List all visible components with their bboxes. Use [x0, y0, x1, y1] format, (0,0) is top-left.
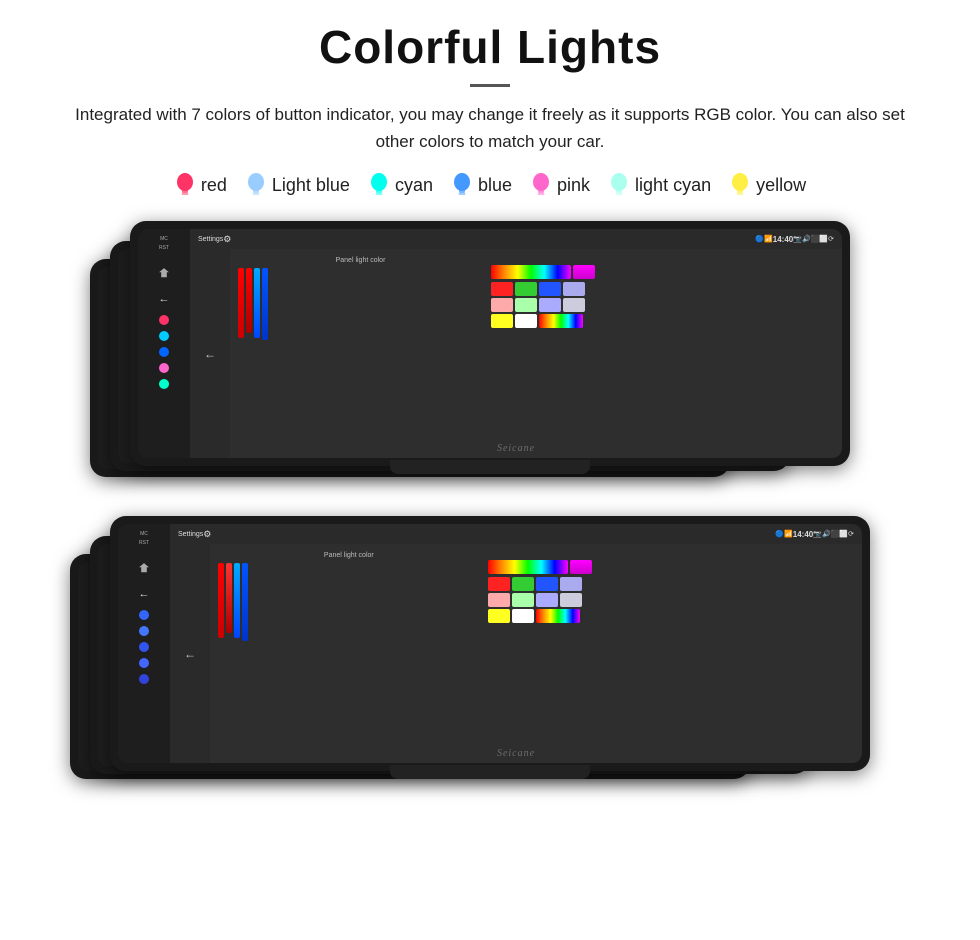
bottom-status-bar: Settings ⚙ 🔵 📶 14:40 📷 🔊 ⬛ ⬜ ⟳	[170, 524, 862, 544]
color-bars	[238, 268, 483, 328]
watermark-bottom: Seicane	[497, 748, 535, 759]
color-item-pink: pink	[530, 171, 590, 199]
color-item-yellow: yellow	[729, 171, 806, 199]
color-list: red Light blue cyan blue	[40, 171, 940, 199]
description-text: Integrated with 7 colors of button indic…	[60, 101, 920, 155]
bulb-icon	[451, 171, 473, 199]
bulb-icon	[245, 171, 267, 199]
watermark-top: Seicane	[497, 443, 535, 454]
bottom-screen: MCRST ← Settings ⚙	[118, 524, 862, 763]
bottom-device-stack: MCRST ← MCRST	[60, 516, 920, 811]
page-title: Colorful Lights	[40, 20, 940, 74]
bulb-icon	[608, 171, 630, 199]
top-content-area: ← Panel light color	[190, 249, 842, 458]
title-divider	[470, 84, 510, 87]
settings-label: Settings	[198, 236, 223, 243]
time-display: 14:40	[773, 235, 793, 244]
bulb-icon	[368, 171, 390, 199]
color-label: pink	[557, 175, 590, 196]
color-item-blue: blue	[451, 171, 512, 199]
bottom-device-base	[390, 765, 590, 779]
bottom-sidebar: MCRST ←	[118, 524, 170, 763]
color-label: Light blue	[272, 175, 350, 196]
bottom-panel-label: Panel light color	[218, 552, 480, 559]
top-panel-section: Panel light color	[230, 249, 842, 458]
color-label: blue	[478, 175, 512, 196]
bottom-content-area: ← Panel light color	[170, 544, 862, 763]
top-device-base	[390, 460, 590, 474]
bulb-icon	[530, 171, 552, 199]
top-status-bar: Settings ⚙ 🔵 📶 14:40 📷 🔊 ⬛ ⬜ ⟳	[190, 229, 842, 249]
top-display-row: MCRST ← MCRST	[40, 221, 940, 506]
color-item-Light-blue: Light blue	[245, 171, 350, 199]
top-screen: MCRST ← Settings ⚙	[138, 229, 842, 458]
top-main-content: Settings ⚙ 🔵 📶 14:40 📷 🔊 ⬛ ⬜ ⟳	[190, 229, 842, 458]
bottom-main-content: Settings ⚙ 🔵 📶 14:40 📷 🔊 ⬛ ⬜ ⟳	[170, 524, 862, 763]
bottom-nav: ←	[170, 544, 210, 763]
bottom-panel-section: Panel light color	[210, 544, 862, 763]
color-label: light cyan	[635, 175, 711, 196]
bulb-icon	[174, 171, 196, 199]
bulb-icon	[729, 171, 751, 199]
top-device-main: MCRST ← Settings ⚙	[130, 221, 850, 466]
color-label: yellow	[756, 175, 806, 196]
bottom-time-display: 14:40	[793, 530, 813, 539]
color-item-cyan: cyan	[368, 171, 433, 199]
panel-label: Panel light color	[238, 257, 483, 264]
color-label: cyan	[395, 175, 433, 196]
color-item-red: red	[174, 171, 227, 199]
bottom-settings-label: Settings	[178, 531, 203, 538]
bottom-display-row: MCRST ← MCRST	[40, 516, 940, 811]
top-nav: ←	[190, 249, 230, 458]
page-container: Colorful Lights Integrated with 7 colors…	[0, 0, 980, 940]
top-sidebar: MCRST ←	[138, 229, 190, 458]
displays-section: MCRST ← MCRST	[40, 221, 940, 811]
top-device-stack: MCRST ← MCRST	[60, 221, 920, 506]
color-item-light-cyan: light cyan	[608, 171, 711, 199]
color-label: red	[201, 175, 227, 196]
bottom-color-bars	[218, 563, 480, 638]
bottom-device-main: MCRST ← Settings ⚙	[110, 516, 870, 771]
